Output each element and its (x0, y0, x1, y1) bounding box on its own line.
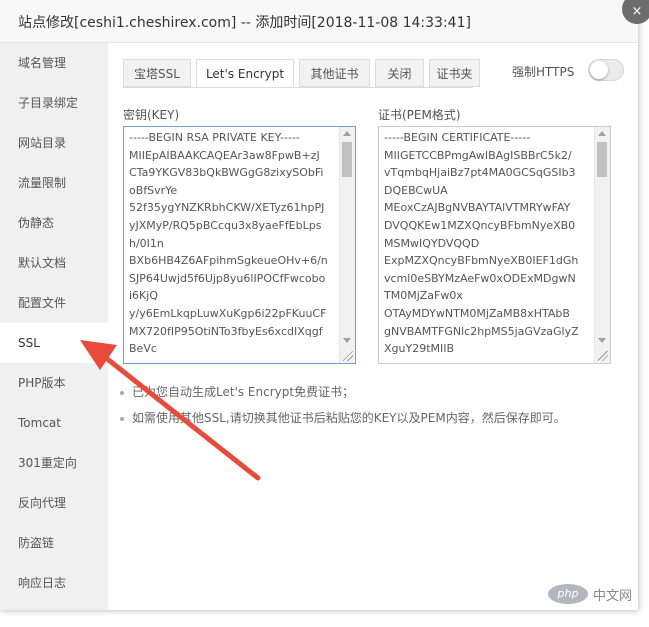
watermark-text: 中文网 (593, 589, 633, 604)
arrow-shaft (103, 355, 261, 481)
annotation-arrow (80, 340, 261, 481)
arrow-head-icon (80, 340, 117, 370)
php-cn-watermark: php 中文网 (548, 580, 644, 610)
php-logo: php (548, 584, 588, 604)
